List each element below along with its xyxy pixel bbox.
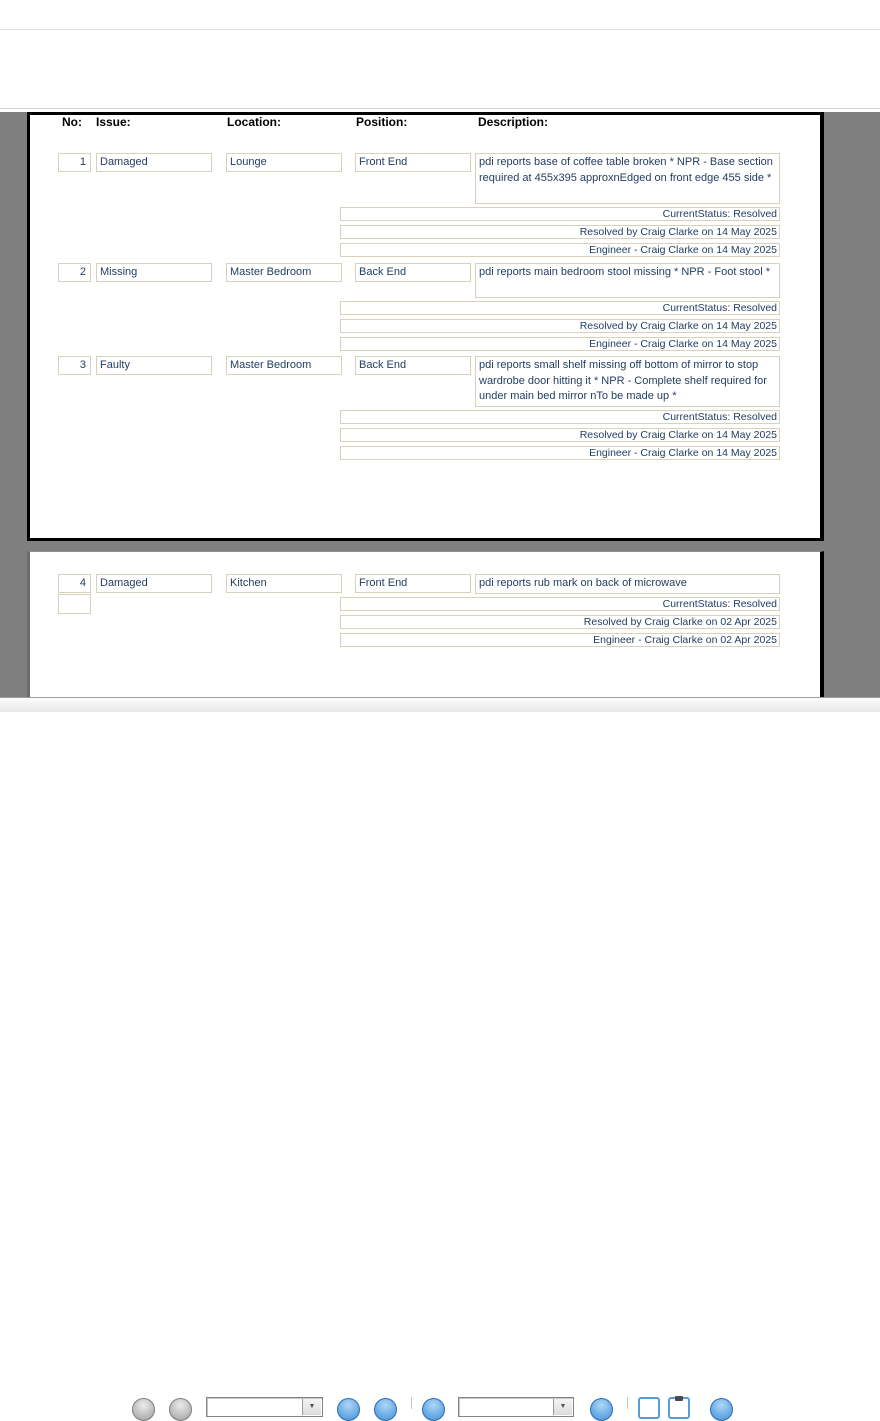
record-location-field[interactable]: Master Bedroom [226,263,342,282]
nav-previous-button[interactable] [132,1398,155,1421]
record-issue-field[interactable]: Missing [96,263,212,282]
record-no-field[interactable]: 3 [58,356,91,375]
nav-next-button[interactable] [169,1398,192,1421]
record-combobox-2[interactable]: ▼ [458,1397,574,1417]
top-divider-line [0,29,880,30]
content-divider-line [0,108,880,109]
record-description-field[interactable]: pdi reports base of coffee table broken … [475,153,780,204]
record-status-field[interactable]: CurrentStatus: Resolved [340,597,780,611]
toolbar-separator-2 [627,1397,628,1409]
record-status-field[interactable]: Engineer - Craig Clarke on 14 May 2025 [340,243,780,257]
record-combobox-1[interactable]: ▼ [206,1397,323,1417]
empty-no-field[interactable] [58,594,91,614]
record-description-field[interactable]: pdi reports main bedroom stool missing *… [475,263,780,298]
record-position-field[interactable]: Back End [355,263,471,282]
record-status-field[interactable]: Resolved by Craig Clarke on 14 May 2025 [340,428,780,442]
record-location-field[interactable]: Lounge [226,153,342,172]
report-preview-canvas: No: Issue: Location: Position: Descripti… [0,112,880,697]
report-page-1: No: Issue: Location: Position: Descripti… [27,112,824,541]
column-header-no: No: [62,115,82,129]
action-blue-button-2[interactable] [374,1398,397,1421]
record-status-field[interactable]: Engineer - Craig Clarke on 14 May 2025 [340,337,780,351]
chevron-down-icon[interactable]: ▼ [302,1399,321,1415]
record-status-field[interactable]: Resolved by Craig Clarke on 14 May 2025 [340,225,780,239]
record-no-field[interactable]: 4 [58,574,91,593]
toolbar-separator-1 [411,1397,412,1409]
record-position-field[interactable]: Back End [355,356,471,375]
record-status-field[interactable]: Resolved by Craig Clarke on 14 May 2025 [340,319,780,333]
record-status-field[interactable]: CurrentStatus: Resolved [340,410,780,424]
clipboard-icon[interactable] [668,1396,690,1419]
record-status-field[interactable]: CurrentStatus: Resolved [340,301,780,315]
column-header-issue: Issue: [96,115,131,129]
record-navigation-toolbar: ▼ ▼ [0,697,880,1421]
record-issue-field[interactable]: Faulty [96,356,212,375]
record-location-field[interactable]: Master Bedroom [226,356,342,375]
action-blue-button-5[interactable] [710,1398,733,1421]
record-position-field[interactable]: Front End [355,153,471,172]
export-file-icon[interactable] [638,1397,660,1419]
action-blue-button-1[interactable] [337,1398,360,1421]
column-header-description: Description: [478,115,549,129]
record-location-field[interactable]: Kitchen [226,574,342,593]
record-description-field[interactable]: pdi reports rub mark on back of microwav… [475,574,780,594]
record-status-field[interactable]: Resolved by Craig Clarke on 02 Apr 2025 [340,615,780,629]
record-no-field[interactable]: 1 [58,153,91,172]
action-blue-button-3[interactable] [422,1398,445,1421]
record-status-field[interactable]: Engineer - Craig Clarke on 14 May 2025 [340,446,780,460]
record-position-field[interactable]: Front End [355,574,471,593]
record-no-field[interactable]: 2 [58,263,91,282]
record-status-field[interactable]: CurrentStatus: Resolved [340,207,780,221]
clipboard-clip-icon [675,1396,683,1401]
column-header-position: Position: [356,115,408,129]
column-header-location: Location: [227,115,281,129]
record-status-field[interactable]: Engineer - Craig Clarke on 02 Apr 2025 [340,633,780,647]
record-issue-field[interactable]: Damaged [96,574,212,593]
report-page-2: 4 Damaged Kitchen Front End pdi reports rub … [27,551,824,697]
record-description-field[interactable]: pdi reports small shelf missing off bott… [475,356,780,407]
record-issue-field[interactable]: Damaged [96,153,212,172]
chevron-down-icon[interactable]: ▼ [553,1399,572,1415]
action-blue-button-4[interactable] [590,1398,613,1421]
